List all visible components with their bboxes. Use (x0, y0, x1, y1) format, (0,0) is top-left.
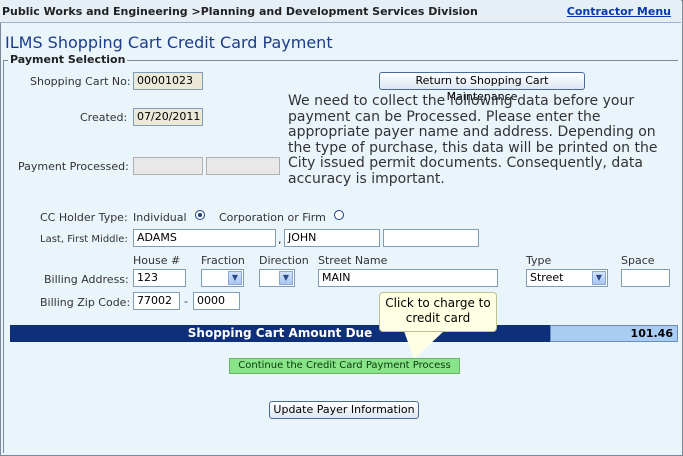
direction-select[interactable]: ▼ (259, 269, 295, 287)
house-number-input[interactable]: 123 (133, 269, 186, 287)
zip-extension-input[interactable]: 0000 (193, 292, 240, 310)
fraction-select[interactable]: ▼ (201, 269, 244, 287)
section-legend: Payment Selection (8, 53, 128, 66)
page-title: ILMS Shopping Cart Credit Card Payment (5, 33, 333, 52)
payment-processed-label: Payment Processed: (18, 160, 129, 173)
chevron-down-icon: ▼ (592, 271, 606, 285)
street-type-select-value: Street (530, 271, 564, 284)
charge-tooltip: Click to charge to credit card (379, 292, 497, 332)
continue-payment-button[interactable]: Continue the Credit Card Payment Process (229, 358, 460, 374)
chevron-down-icon: ▼ (279, 271, 293, 285)
name-comma: , (278, 233, 282, 246)
cc-holder-type-label: CC Holder Type: (40, 211, 128, 224)
street-type-select[interactable]: Street ▼ (526, 269, 608, 287)
zip-dash: - (184, 295, 188, 308)
cart-number-field: 00001023 (133, 72, 203, 90)
contractor-menu-link[interactable]: Contractor Menu (567, 5, 671, 18)
payment-processed-field-2 (206, 157, 280, 175)
return-to-cart-button[interactable]: Return to Shopping Cart Maintenance (379, 72, 585, 103)
corporation-option-label: Corporation or Firm (219, 211, 326, 224)
type-column-header: Type (526, 254, 552, 267)
payment-processed-field-1 (133, 157, 203, 175)
billing-zip-label: Billing Zip Code: (40, 296, 131, 309)
zip-code-input[interactable]: 77002 (133, 292, 180, 310)
created-field: 07/20/2011 (133, 108, 203, 126)
chevron-down-icon: ▼ (228, 271, 242, 285)
last-name-input[interactable]: ADAMS (133, 229, 276, 247)
cart-number-label: Shopping Cart No: (30, 75, 131, 88)
house-column-header: House # (133, 254, 181, 267)
first-name-input[interactable]: JOHN (284, 229, 380, 247)
fraction-column-header: Fraction (201, 254, 245, 267)
space-input[interactable] (621, 269, 670, 287)
middle-name-input[interactable] (383, 229, 479, 247)
tooltip-pointer (404, 331, 444, 359)
street-name-input[interactable]: MAIN (318, 269, 498, 287)
info-text: We need to collect the following data be… (288, 93, 658, 187)
update-payer-button[interactable]: Update Payer Information (269, 401, 419, 419)
street-name-column-header: Street Name (318, 254, 388, 267)
amount-due-value: 101.46 (550, 325, 678, 342)
individual-radio[interactable] (195, 210, 205, 220)
breadcrumb: Public Works and Engineering >Planning a… (2, 5, 478, 18)
created-label: Created: (80, 111, 128, 124)
direction-column-header: Direction (259, 254, 309, 267)
top-bar: Public Works and Engineering >Planning a… (0, 0, 681, 23)
corporation-radio[interactable] (334, 210, 344, 220)
individual-option-label: Individual (133, 211, 187, 224)
space-column-header: Space (621, 254, 655, 267)
billing-address-label: Billing Address: (44, 273, 129, 286)
name-label: Last, First Middle: (40, 234, 128, 245)
